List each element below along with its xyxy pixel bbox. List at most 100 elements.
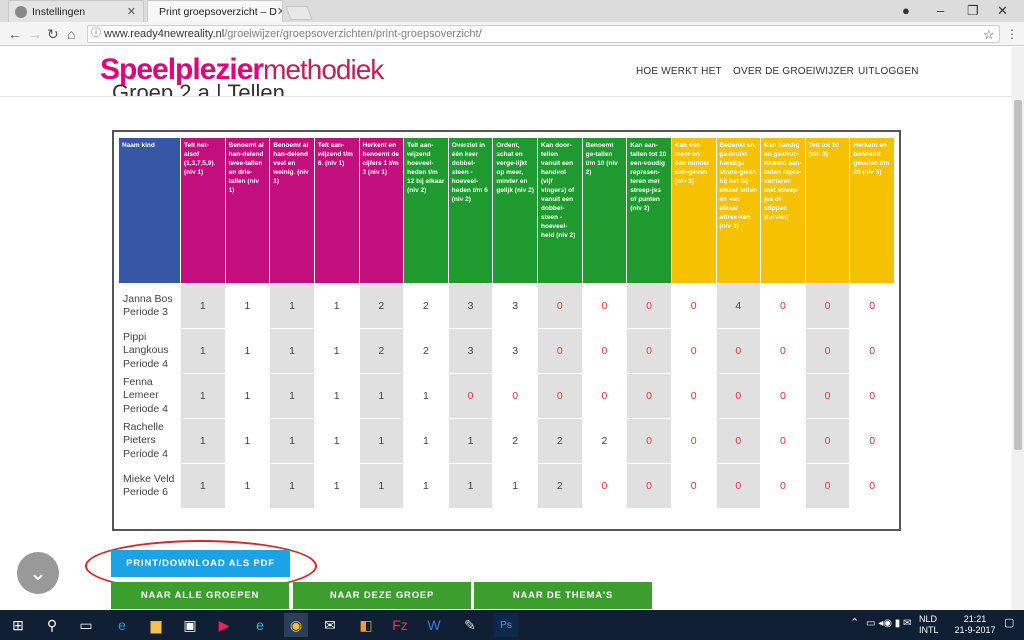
close-icon[interactable]: ✕ (127, 5, 136, 18)
clock[interactable]: 21:21 21-9-2017 (950, 614, 1000, 636)
search-icon[interactable]: ⚲ (40, 613, 64, 637)
score-cell: 0 (850, 374, 894, 418)
column-header-skill: Telt tot 20 (niv 3) (805, 138, 850, 283)
score-cell: 0 (582, 374, 627, 418)
score-cell: 1 (270, 374, 314, 418)
score-cell: 3 (448, 329, 493, 373)
lang-1: NLD (919, 614, 938, 624)
close-icon[interactable]: ✕ (277, 5, 282, 18)
forward-icon[interactable]: → (28, 26, 42, 42)
score-cell: 0 (850, 464, 894, 508)
gear-icon (15, 5, 27, 18)
url-host: www.ready4newreality.nl (104, 28, 225, 40)
address-input[interactable]: ⓘ www.ready4newreality.nl/groeiwijzer/gr… (87, 25, 1000, 43)
naar-deze-groep-button[interactable]: NAAR DEZE GROEP (293, 582, 471, 609)
score-cell: 2 (538, 464, 582, 508)
score-cell: 0 (805, 374, 850, 418)
column-header-skill: Kan één meer en één minder aan-geven (ni… (671, 138, 716, 283)
score-cell: 0 (448, 374, 493, 418)
photoshop-icon[interactable]: Ps (494, 613, 518, 637)
maximize-button[interactable]: ❐ (967, 3, 979, 19)
score-cell: 1 (181, 329, 225, 373)
mail-icon[interactable]: ✉ (318, 613, 342, 637)
nav-hoe-werkt-het[interactable]: HOE WERKT HET (636, 66, 722, 77)
scrollbar-thumb[interactable] (1014, 100, 1022, 450)
language-indicator[interactable]: NLD INTL (919, 614, 939, 636)
student-name: Janna Bos Periode 3 (119, 284, 180, 328)
score-cell: 1 (270, 284, 314, 328)
score-cell: 1 (359, 419, 404, 463)
outlook-icon[interactable]: ◧ (354, 613, 378, 637)
score-cell: 0 (538, 284, 582, 328)
column-header-skill: Herkent en benoemt de cijfers 1 t/m 3 (n… (359, 138, 404, 283)
chrome-icon[interactable]: ◉ (284, 613, 308, 637)
chevron-down-icon: ⌄ (28, 560, 48, 585)
scroll-down-button[interactable]: ⌄ (17, 552, 59, 594)
score-cell: 0 (538, 329, 582, 373)
tab-print-groepsoverzicht[interactable]: Print groepsoverzicht – D ✕ (147, 0, 283, 22)
score-cell: 0 (671, 284, 716, 328)
nav-uitloggen[interactable]: UITLOGGEN (858, 66, 919, 77)
student-name: Mieke Veld Periode 6 (119, 464, 180, 508)
score-cell: 0 (761, 419, 805, 463)
windows-start-icon[interactable]: ⊞ (6, 613, 30, 637)
lang-2: INTL (919, 625, 939, 635)
score-cell: 1 (225, 374, 270, 418)
word-icon[interactable]: W (422, 613, 446, 637)
task-view-icon[interactable]: ▭ (74, 613, 98, 637)
logo-part-2: methodiek (263, 54, 384, 85)
naar-de-themas-button[interactable]: NAAR DE THEMA'S (474, 582, 652, 609)
home-icon[interactable]: ⌂ (67, 26, 75, 42)
score-cell: 0 (805, 419, 850, 463)
bookmark-star-icon[interactable]: ☆ (983, 27, 995, 43)
column-header-skill: Overziet in één keer dobbel-steen - hoev… (448, 138, 493, 283)
back-icon[interactable]: ← (8, 26, 22, 42)
edge-icon[interactable]: e (110, 613, 134, 637)
paint-icon[interactable]: ✎ (458, 613, 482, 637)
tab-instellingen[interactable]: Instellingen ✕ (8, 0, 144, 22)
score-cell: 1 (225, 284, 270, 328)
close-window-button[interactable]: ✕ (997, 3, 1008, 19)
column-header-skill: Kan door-tellen vanuit een handvol (vijf… (538, 138, 582, 283)
score-cell: 1 (404, 419, 448, 463)
score-cell: 0 (850, 419, 894, 463)
notification-icon[interactable]: ▢ (1004, 618, 1014, 629)
profile-icon[interactable]: ● (902, 3, 910, 18)
file-explorer-icon[interactable]: ▆ (144, 613, 168, 637)
tray-icons[interactable]: ▭ ◂◉ ▮ ✉ (866, 618, 911, 629)
time: 21:21 (963, 614, 987, 624)
table-row: Fenna Lemeer Periode 41111110000000000 (119, 374, 894, 418)
header-divider (0, 96, 1012, 97)
score-cell: 0 (805, 329, 850, 373)
score-cell: 0 (493, 374, 537, 418)
new-tab-button[interactable] (285, 6, 313, 20)
score-cell: 0 (716, 329, 761, 373)
menu-icon[interactable]: ⋮ (1006, 27, 1018, 41)
store-icon[interactable]: ▣ (178, 613, 202, 637)
score-cell: 0 (627, 284, 671, 328)
url-path: /groeiwijzer/groepsoverzichten/print-gro… (224, 28, 482, 40)
overview-table: Naam kind Telt net-alsof (1,3,7,5,9). (ni… (118, 137, 895, 509)
site-logo[interactable]: Speelpleziermethodiek (100, 53, 384, 87)
score-cell: 1 (181, 419, 225, 463)
column-header-skill: Telt aan-wijzend hoeveel-heden t/m 12 bi… (404, 138, 448, 283)
filezilla-icon[interactable]: Fz (388, 613, 412, 637)
score-cell: 0 (761, 464, 805, 508)
score-cell: 1 (225, 464, 270, 508)
tray-arrow-icon[interactable]: ⌃ (850, 618, 859, 629)
score-cell: 3 (493, 329, 537, 373)
score-cell: 1 (448, 419, 493, 463)
table-row: Mieke Veld Periode 61111111120000000 (119, 464, 894, 508)
internet-explorer-icon[interactable]: e (248, 613, 272, 637)
column-header-skill: Benoemt ge-tallen t/m 10 (niv 2) (582, 138, 627, 283)
nav-over-de-groeiwijzer[interactable]: OVER DE GROEIWIJZER (733, 66, 854, 77)
column-header-skill: Telt net-alsof (1,3,7,5,9). (niv 1) (181, 138, 225, 283)
score-cell: 0 (716, 464, 761, 508)
column-header-skill: Kan aan-tallen tot 10 een-voudig represe… (627, 138, 671, 283)
media-player-icon[interactable]: ▶ (212, 613, 236, 637)
score-cell: 2 (493, 419, 537, 463)
minimize-button[interactable]: – (937, 3, 944, 18)
reload-icon[interactable]: ↻ (47, 26, 59, 43)
score-cell: 0 (627, 329, 671, 373)
score-cell: 0 (627, 419, 671, 463)
